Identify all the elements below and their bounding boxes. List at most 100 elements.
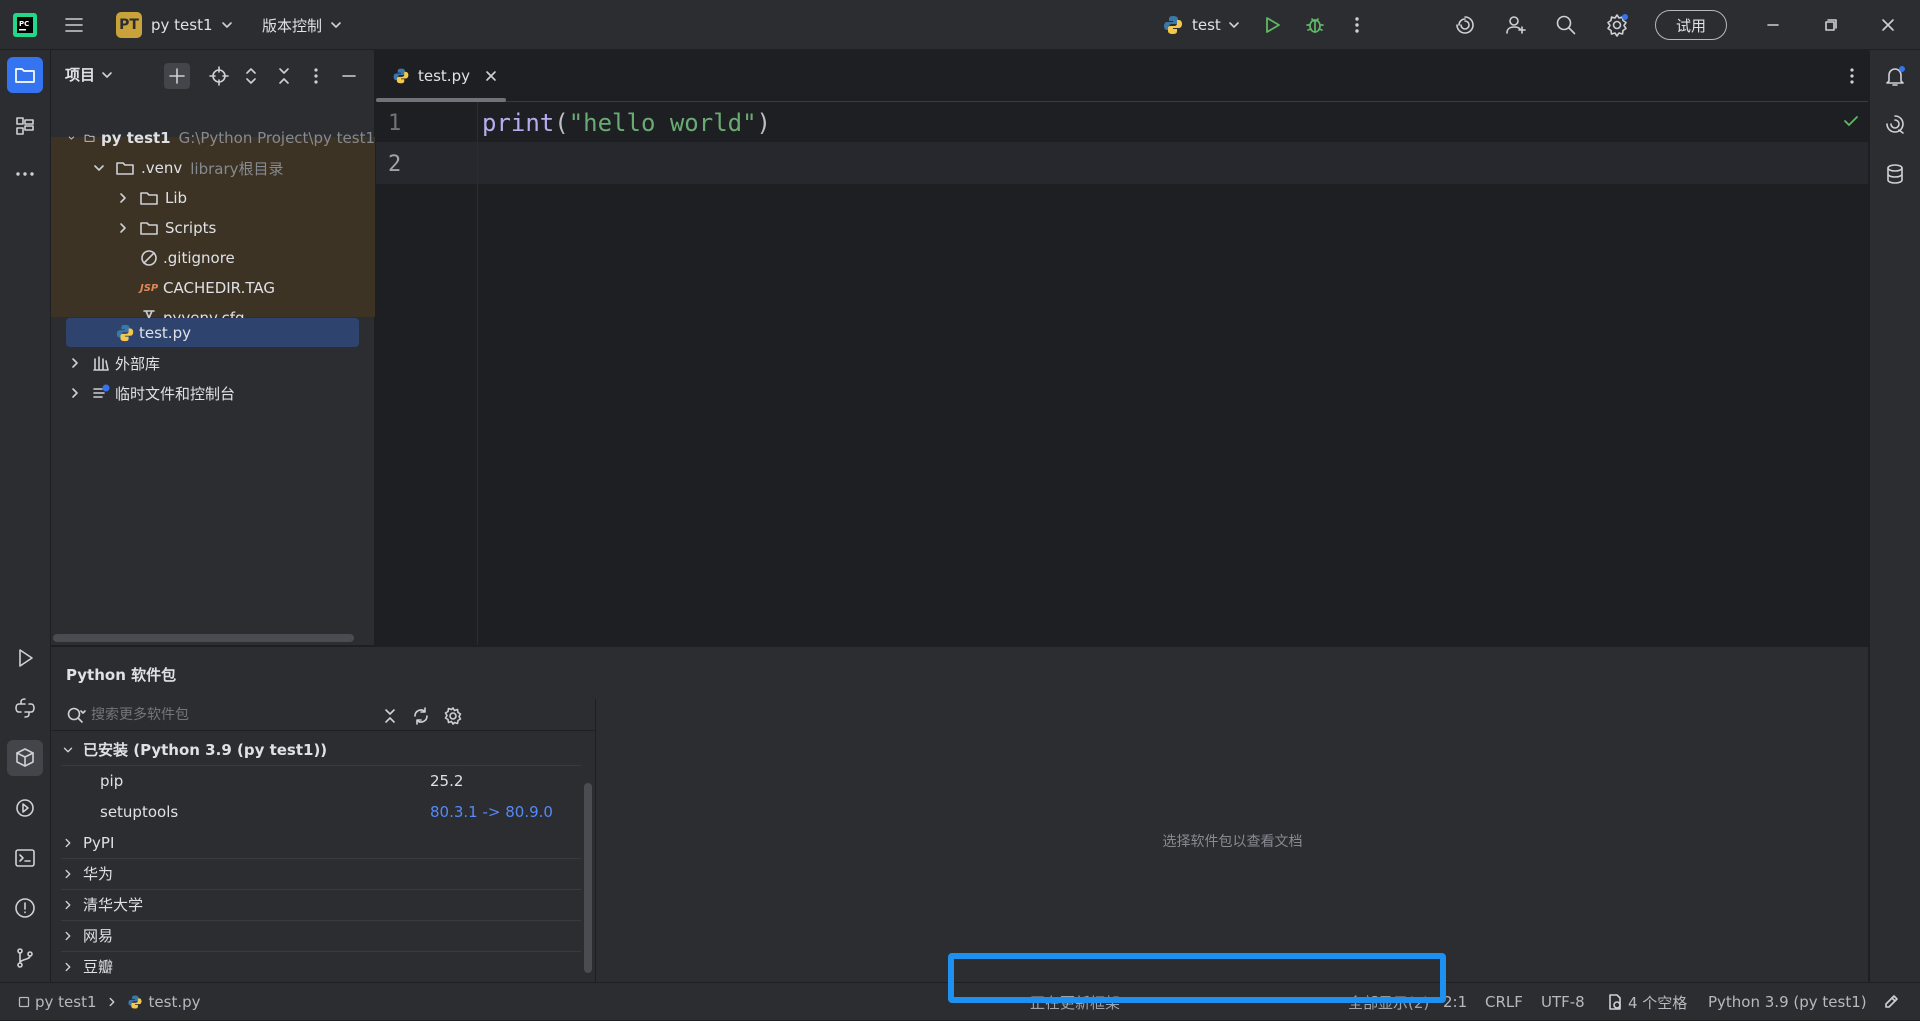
vertical-scrollbar[interactable] xyxy=(584,783,592,973)
vcs-menu[interactable]: 版本控制 xyxy=(262,0,344,50)
trial-label: 试用 xyxy=(1675,16,1706,35)
refresh-icon[interactable] xyxy=(411,706,431,726)
breadcrumb-file[interactable]: test.py xyxy=(149,993,201,1011)
repo-group-pypi[interactable]: PyPI xyxy=(51,827,581,858)
tree-item-scripts[interactable]: Scripts xyxy=(51,213,375,243)
run-tool-icon[interactable] xyxy=(7,640,43,676)
tree-item-cachedir[interactable]: JSP CACHEDIR.TAG xyxy=(51,273,375,303)
panel-options-icon[interactable] xyxy=(303,63,329,89)
tree-item-test-py[interactable]: test.py xyxy=(51,318,375,348)
chevron-down-icon xyxy=(221,22,232,28)
indent-settings[interactable]: 4 个空格 xyxy=(1606,983,1687,1021)
tree-item-gitignore[interactable]: .gitignore xyxy=(51,243,375,273)
tree-item-external-libraries[interactable]: 外部库 xyxy=(51,348,375,378)
tree-item-lib[interactable]: Lib xyxy=(51,183,375,213)
structure-tool-icon[interactable] xyxy=(7,108,43,144)
restore-icon[interactable] xyxy=(1821,0,1841,50)
close-icon[interactable] xyxy=(1878,0,1898,50)
file-encoding[interactable]: UTF-8 xyxy=(1541,983,1585,1021)
line-separator[interactable]: CRLF xyxy=(1485,983,1523,1021)
package-row-pip[interactable]: pip 25.2 xyxy=(51,765,581,796)
main-menu-icon[interactable] xyxy=(62,0,86,50)
horizontal-scrollbar[interactable] xyxy=(53,634,354,642)
minimize-icon[interactable] xyxy=(1763,0,1783,50)
terminal-tool-icon[interactable] xyxy=(7,840,43,876)
tab-options-icon[interactable] xyxy=(1842,66,1862,86)
title-bar: PC PT py test1 版本控制 test 试用 xyxy=(0,0,1920,50)
collapse-all-icon[interactable] xyxy=(381,707,399,725)
chevron-down-icon xyxy=(102,71,112,78)
ai-chat-icon[interactable] xyxy=(1877,106,1913,142)
pycharm-logo-icon[interactable]: PC xyxy=(12,0,38,50)
vcs-label: 版本控制 xyxy=(262,16,323,35)
python-console-icon[interactable] xyxy=(7,690,43,726)
search-icon[interactable] xyxy=(1554,0,1578,50)
line-separator-label: CRLF xyxy=(1485,993,1523,1011)
folder-icon xyxy=(116,162,134,175)
hide-panel-icon[interactable] xyxy=(336,63,362,89)
project-tool-icon[interactable] xyxy=(7,57,43,93)
package-search-input[interactable] xyxy=(91,703,311,727)
repo-group-huawei[interactable]: 华为 xyxy=(51,858,581,889)
readonly-toggle-icon[interactable] xyxy=(1882,983,1900,1021)
jsp-file-icon: JSP xyxy=(140,282,159,294)
package-row-setuptools[interactable]: setuptools 80.3.1 -> 80.9.0 xyxy=(51,796,581,827)
code-line-1[interactable]: print("hello world") xyxy=(482,109,771,137)
no-problems-check-icon[interactable] xyxy=(1842,112,1860,130)
run-config-selector[interactable]: test xyxy=(1162,0,1242,50)
line-number: 2 xyxy=(388,152,402,177)
more-actions-icon[interactable] xyxy=(1347,0,1367,50)
breadcrumb-project[interactable]: py test1 xyxy=(35,993,97,1011)
services-tool-icon[interactable] xyxy=(7,790,43,826)
tree-item-label: CACHEDIR.TAG xyxy=(163,279,275,297)
package-version-upgrade[interactable]: 80.3.1 -> 80.9.0 xyxy=(430,803,553,821)
settings-icon[interactable] xyxy=(443,706,463,726)
caret-position-label: 2:1 xyxy=(1443,993,1468,1011)
expand-all-icon[interactable] xyxy=(238,63,264,89)
problems-tool-icon[interactable] xyxy=(7,890,43,926)
repo-group-tsinghua[interactable]: 清华大学 xyxy=(51,889,581,920)
ai-assistant-icon[interactable] xyxy=(1453,0,1477,50)
database-icon[interactable] xyxy=(1877,156,1913,192)
run-icon[interactable] xyxy=(1262,0,1282,50)
tree-item-scratches[interactable]: 临时文件和控制台 xyxy=(51,378,375,408)
tree-item-venv[interactable]: .venv library根目录 xyxy=(51,153,375,183)
chevron-down-icon xyxy=(63,747,73,752)
repo-label: 华为 xyxy=(83,865,114,883)
settings-icon[interactable] xyxy=(1604,0,1630,50)
caret-position[interactable]: 2:1 xyxy=(1443,983,1467,1021)
collapse-all-icon[interactable] xyxy=(271,63,297,89)
more-tools-icon[interactable] xyxy=(7,156,43,192)
packages-list-pane: 已安装 (Python 3.9 (py test1)) pip 25.2 set… xyxy=(51,699,596,983)
scratch-icon xyxy=(93,384,110,398)
code-paren-open: ( xyxy=(554,109,569,137)
repo-group-douban[interactable]: 豆瓣 xyxy=(51,951,581,982)
project-panel-title-label: 项目 xyxy=(65,66,96,84)
python-packages-tool-icon[interactable] xyxy=(7,740,43,776)
project-panel-title[interactable]: 项目 xyxy=(65,64,115,85)
folder-icon xyxy=(140,222,158,235)
tree-item-label: .gitignore xyxy=(163,249,235,267)
repo-group-netease[interactable]: 网易 xyxy=(51,920,581,951)
locate-file-icon[interactable] xyxy=(206,63,232,89)
folder-icon xyxy=(84,134,95,142)
git-tool-icon[interactable] xyxy=(7,940,43,976)
python-file-icon xyxy=(127,995,142,1009)
chevron-right-icon xyxy=(72,388,78,398)
right-tool-strip xyxy=(1869,50,1920,982)
add-file-icon[interactable] xyxy=(164,63,190,89)
trial-button[interactable]: 试用 xyxy=(1655,10,1727,40)
debug-icon[interactable] xyxy=(1304,0,1326,50)
installed-group-header[interactable]: 已安装 (Python 3.9 (py test1)) xyxy=(51,734,581,765)
tree-item-project-root[interactable]: py test1 G:\Python Project\py test1 xyxy=(51,123,375,153)
interpreter-selector[interactable]: Python 3.9 (py test1) xyxy=(1708,983,1867,1021)
tree-item-label: test.py xyxy=(139,324,191,342)
close-tab-icon[interactable] xyxy=(484,69,498,83)
add-user-icon[interactable] xyxy=(1504,0,1528,50)
notifications-icon[interactable] xyxy=(1877,58,1913,94)
python-icon xyxy=(1164,16,1182,34)
tab-test-py[interactable]: test.py xyxy=(376,50,506,102)
python-file-icon xyxy=(393,68,409,84)
project-selector[interactable]: PT py test1 xyxy=(116,0,235,50)
tree-item-path: G:\Python Project\py test1 xyxy=(178,129,375,147)
